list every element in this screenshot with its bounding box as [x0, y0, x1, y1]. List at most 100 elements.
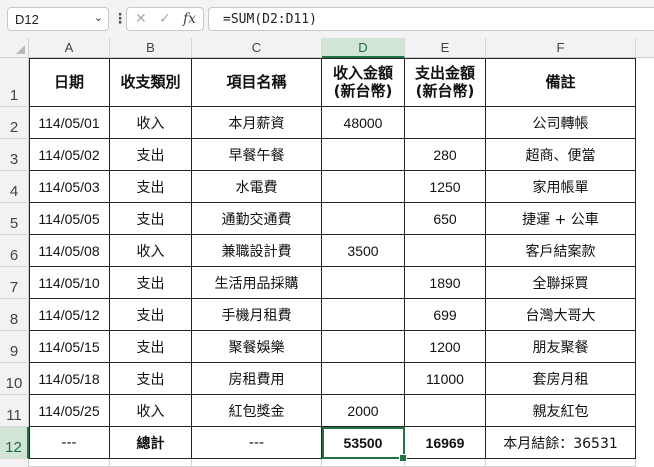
row-header-4[interactable]: 4 — [0, 171, 29, 203]
row-header-1[interactable]: 1 — [0, 58, 29, 107]
empty-cell[interactable] — [29, 459, 110, 467]
table-cell[interactable] — [405, 395, 486, 427]
table-cell[interactable]: 收入 — [110, 107, 192, 139]
table-cell[interactable]: 家用帳單 — [486, 171, 636, 203]
table-cell[interactable] — [405, 107, 486, 139]
column-header-c[interactable]: C — [192, 38, 322, 58]
table-cell[interactable]: 親友紅包 — [486, 395, 636, 427]
table-cell[interactable]: 114/05/05 — [29, 203, 110, 235]
chevron-down-icon[interactable]: ⌄ — [94, 11, 103, 24]
table-cell[interactable]: 114/05/01 — [29, 107, 110, 139]
table-cell[interactable]: --- — [192, 427, 322, 459]
row-header-13[interactable] — [0, 459, 29, 467]
table-cell[interactable] — [405, 235, 486, 267]
empty-cell[interactable] — [192, 459, 322, 467]
table-cell[interactable] — [322, 363, 405, 395]
header-cell-item[interactable]: 項目名稱 — [192, 58, 322, 107]
empty-cell[interactable] — [110, 459, 192, 467]
table-cell[interactable]: 支出 — [110, 203, 192, 235]
table-cell[interactable]: 捷運 + 公車 — [486, 203, 636, 235]
total-label[interactable]: 總計 — [110, 427, 192, 459]
row-header-11[interactable]: 11 — [0, 395, 29, 427]
table-cell[interactable]: --- — [29, 427, 110, 459]
table-cell[interactable]: 收入 — [110, 235, 192, 267]
fx-icon[interactable]: fx — [183, 11, 196, 27]
expense-total-cell[interactable]: 16969 — [405, 427, 486, 459]
table-cell[interactable]: 1200 — [405, 331, 486, 363]
table-cell[interactable]: 支出 — [110, 171, 192, 203]
table-cell[interactable]: 114/05/15 — [29, 331, 110, 363]
table-cell[interactable]: 聚餐娛樂 — [192, 331, 322, 363]
table-cell[interactable] — [322, 331, 405, 363]
empty-cell[interactable] — [486, 459, 636, 467]
table-cell[interactable]: 114/05/25 — [29, 395, 110, 427]
table-cell[interactable]: 114/05/12 — [29, 299, 110, 331]
table-cell[interactable]: 超商、便當 — [486, 139, 636, 171]
select-all-button[interactable] — [0, 38, 29, 58]
table-cell[interactable]: 早餐午餐 — [192, 139, 322, 171]
table-cell[interactable] — [322, 299, 405, 331]
table-cell[interactable]: 朋友聚餐 — [486, 331, 636, 363]
table-cell[interactable]: 手機月租費 — [192, 299, 322, 331]
column-header-g[interactable] — [636, 38, 654, 58]
table-cell[interactable]: 客戶結案款 — [486, 235, 636, 267]
balance-cell[interactable]: 本月結餘：36531 — [486, 427, 636, 459]
table-cell[interactable]: 11000 — [405, 363, 486, 395]
row-header-9[interactable]: 9 — [0, 331, 29, 363]
header-cell-note[interactable]: 備註 — [486, 58, 636, 107]
header-cell-income[interactable]: 收入金額 (新台幣) — [322, 58, 405, 107]
table-cell[interactable]: 114/05/03 — [29, 171, 110, 203]
table-cell[interactable]: 280 — [405, 139, 486, 171]
income-total-cell[interactable]: 53500 — [322, 427, 405, 459]
table-cell[interactable]: 699 — [405, 299, 486, 331]
row-header-5[interactable]: 5 — [0, 203, 29, 235]
row-header-6[interactable]: 6 — [0, 235, 29, 267]
name-box[interactable]: D12 ⌄ — [7, 7, 109, 31]
table-cell[interactable]: 紅包獎金 — [192, 395, 322, 427]
table-cell[interactable]: 支出 — [110, 139, 192, 171]
table-cell[interactable]: 114/05/18 — [29, 363, 110, 395]
column-header-f[interactable]: F — [486, 38, 636, 58]
table-cell[interactable]: 1250 — [405, 171, 486, 203]
table-cell[interactable]: 公司轉帳 — [486, 107, 636, 139]
table-cell[interactable] — [322, 203, 405, 235]
table-cell[interactable]: 支出 — [110, 267, 192, 299]
table-cell[interactable]: 水電費 — [192, 171, 322, 203]
header-cell-expense[interactable]: 支出金額 (新台幣) — [405, 58, 486, 107]
column-header-d[interactable]: D — [322, 38, 405, 58]
empty-cell[interactable] — [322, 459, 405, 467]
table-cell[interactable]: 台灣大哥大 — [486, 299, 636, 331]
formula-input[interactable]: =SUM(D2:D11) — [208, 7, 654, 31]
table-cell[interactable]: 套房月租 — [486, 363, 636, 395]
table-cell[interactable]: 支出 — [110, 363, 192, 395]
header-cell-date[interactable]: 日期 — [29, 58, 110, 107]
table-cell[interactable]: 114/05/02 — [29, 139, 110, 171]
column-header-e[interactable]: E — [405, 38, 486, 58]
table-cell[interactable]: 114/05/10 — [29, 267, 110, 299]
table-cell[interactable]: 1890 — [405, 267, 486, 299]
x-icon[interactable]: ✕ — [135, 11, 147, 27]
column-header-b[interactable]: B — [110, 38, 192, 58]
table-cell[interactable]: 支出 — [110, 299, 192, 331]
table-cell[interactable]: 支出 — [110, 331, 192, 363]
table-cell[interactable]: 650 — [405, 203, 486, 235]
table-cell[interactable]: 本月薪資 — [192, 107, 322, 139]
table-cell[interactable]: 114/05/08 — [29, 235, 110, 267]
table-cell[interactable]: 通勤交通費 — [192, 203, 322, 235]
empty-cell[interactable] — [405, 459, 486, 467]
table-cell[interactable]: 收入 — [110, 395, 192, 427]
table-cell[interactable] — [322, 267, 405, 299]
column-header-a[interactable]: A — [29, 38, 110, 58]
table-cell[interactable] — [322, 139, 405, 171]
table-cell[interactable]: 生活用品採購 — [192, 267, 322, 299]
header-cell-type[interactable]: 收支類別 — [110, 58, 192, 107]
table-cell[interactable]: 兼職設計費 — [192, 235, 322, 267]
row-header-7[interactable]: 7 — [0, 267, 29, 299]
table-cell[interactable]: 全聯採買 — [486, 267, 636, 299]
table-cell[interactable] — [322, 171, 405, 203]
row-header-2[interactable]: 2 — [0, 107, 29, 139]
table-cell[interactable]: 48000 — [322, 107, 405, 139]
fill-handle[interactable] — [399, 454, 407, 462]
row-header-12[interactable]: 12 — [0, 427, 29, 459]
table-cell[interactable]: 2000 — [322, 395, 405, 427]
